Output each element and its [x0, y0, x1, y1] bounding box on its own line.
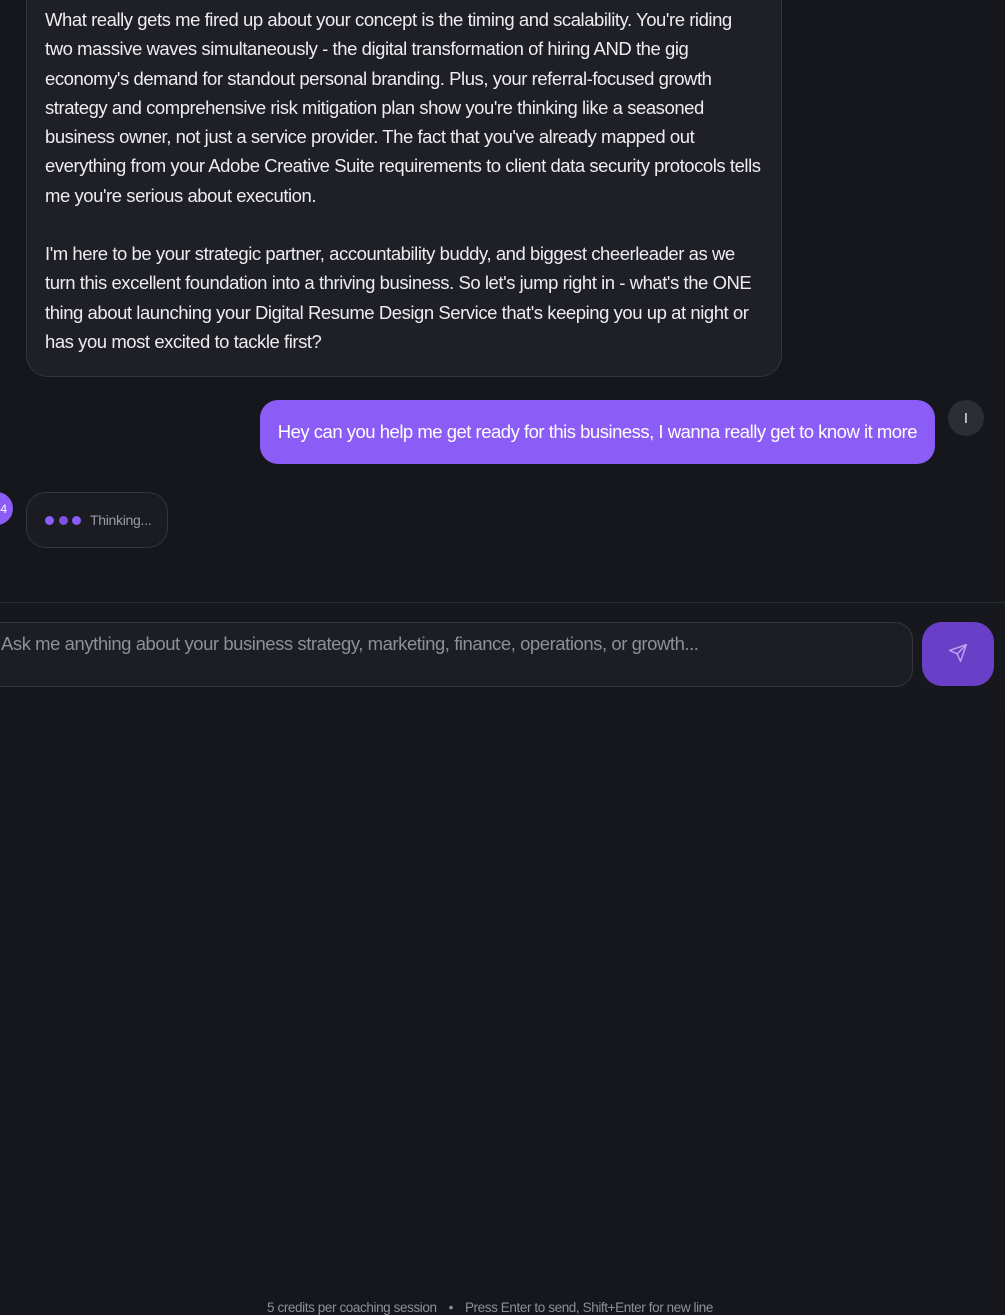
keyboard-hint: Press Enter to send, Shift+Enter for new… [464, 1300, 713, 1315]
message-composer: 5 credits per coaching session • Press Ent… [0, 602, 1005, 1315]
typing-dot-icon [58, 515, 68, 525]
user-message-bubble: Hey can you help me get ready for this b… [259, 400, 935, 464]
user-avatar: I [948, 400, 984, 436]
ai-message-bubble: What really gets me fired up about your … [26, 0, 782, 378]
message-input-container[interactable] [0, 622, 913, 687]
message-input[interactable] [0, 623, 912, 686]
send-button[interactable] [922, 622, 994, 686]
thinking-indicator: Thinking... [26, 492, 168, 548]
composer-footer: 5 credits per coaching session • Press Ent… [0, 1300, 980, 1315]
ai-avatar: 4 [0, 492, 13, 525]
chat-area: What really gets me fired up about your … [0, 0, 1005, 602]
ai-message-paragraph: I'm here to be your strategic partner, a… [45, 243, 752, 352]
footer-separator: • [448, 1300, 454, 1315]
ai-message-paragraph: What really gets me fired up about your … [45, 9, 761, 206]
send-icon [948, 643, 968, 666]
thinking-label: Thinking... [90, 512, 152, 528]
typing-dot-icon [72, 515, 81, 525]
credits-info: 5 credits per coaching session [267, 1300, 437, 1315]
user-message-row: Hey can you help me get ready for this b… [0, 400, 1005, 466]
typing-dot-icon [45, 515, 54, 525]
